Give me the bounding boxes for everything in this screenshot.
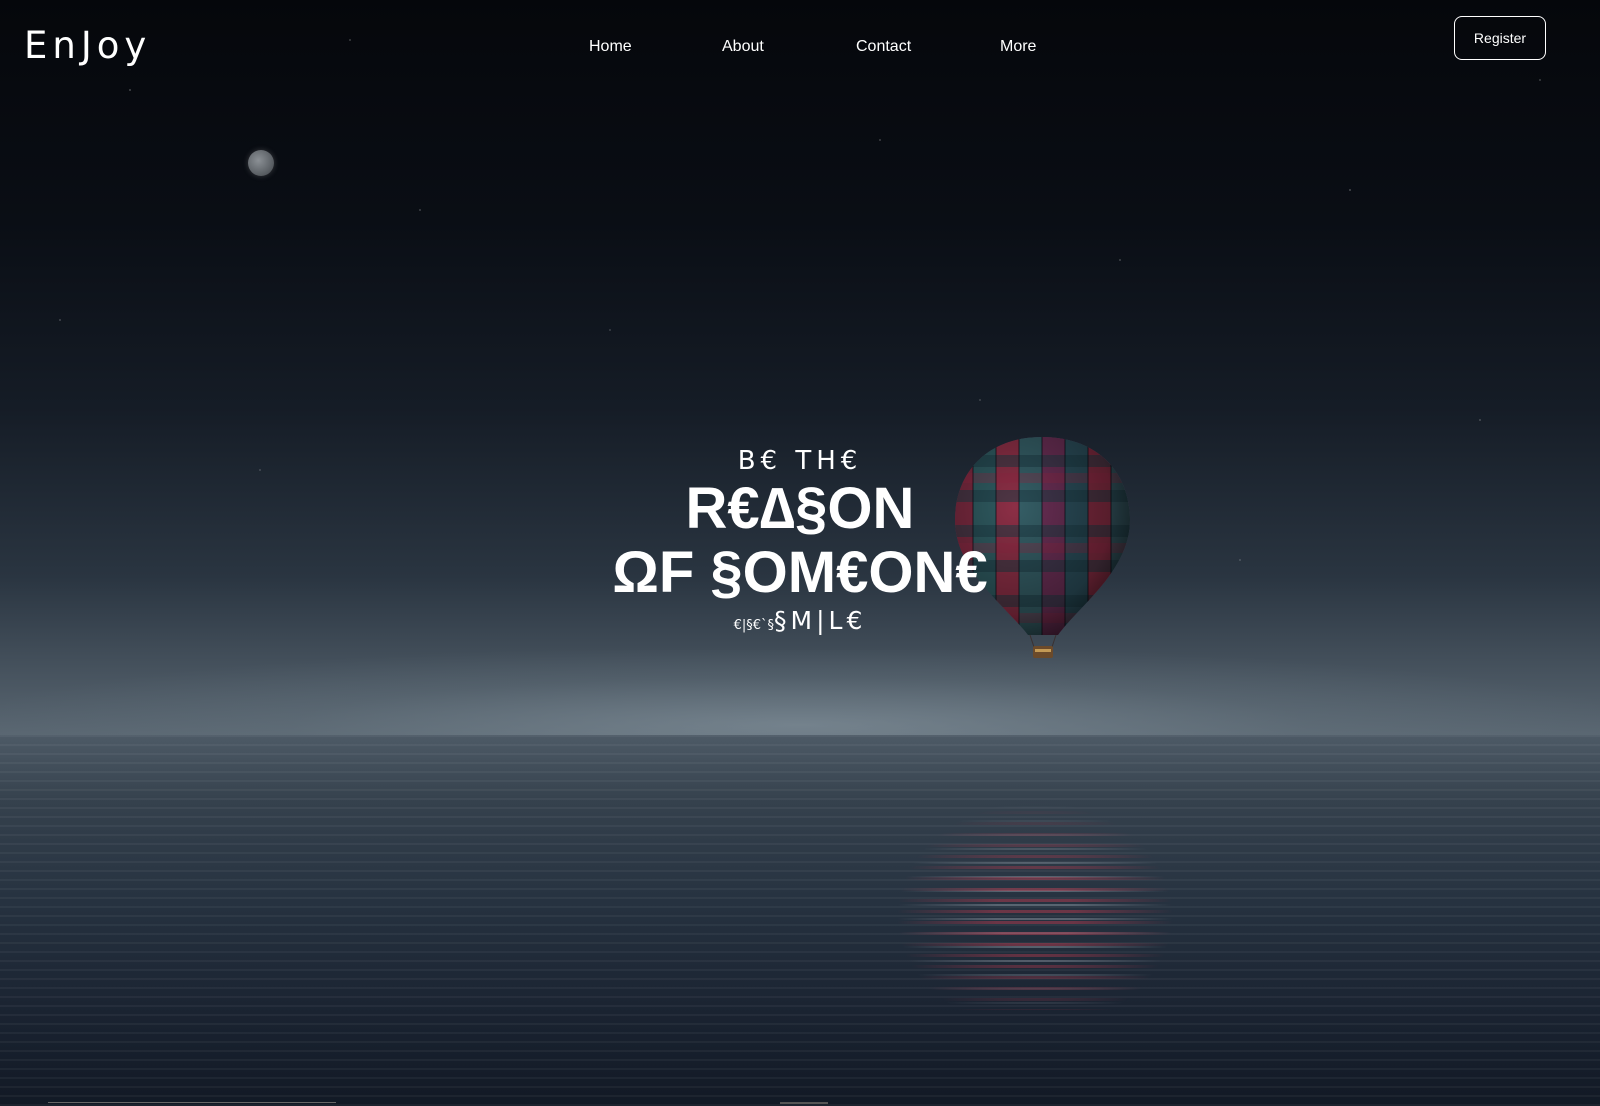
sea [0, 735, 1600, 1106]
balloon-reflection [895, 800, 1175, 1010]
tagline-line-2: R€∆§ON [685, 476, 915, 541]
tagline-line-4: €|§€`§§M|L€ [560, 605, 1040, 642]
register-button[interactable]: Register [1454, 16, 1546, 60]
hero-tagline: B€ TH€ R€∆§ON ΩF §OM€ON€ €|§€`§§M|L€ [560, 445, 1040, 642]
nav-more-link[interactable]: More [1000, 36, 1036, 58]
nav-home-link[interactable]: Home [589, 36, 632, 58]
nav-about-link[interactable]: About [722, 36, 764, 58]
bottom-indicator [780, 1102, 828, 1104]
tagline-line-1: B€ TH€ [737, 446, 863, 476]
tagline-line-4-prefix: €|§€`§ [733, 618, 775, 633]
nav-contact-link[interactable]: Contact [856, 36, 911, 58]
bottom-divider [48, 1102, 336, 1103]
moon-icon [248, 150, 274, 176]
tagline-line-3: ΩF §OM€ON€ [612, 540, 988, 605]
tagline-line-4-word: §M|L€ [774, 606, 867, 635]
logo[interactable]: EnJoy [24, 24, 151, 68]
